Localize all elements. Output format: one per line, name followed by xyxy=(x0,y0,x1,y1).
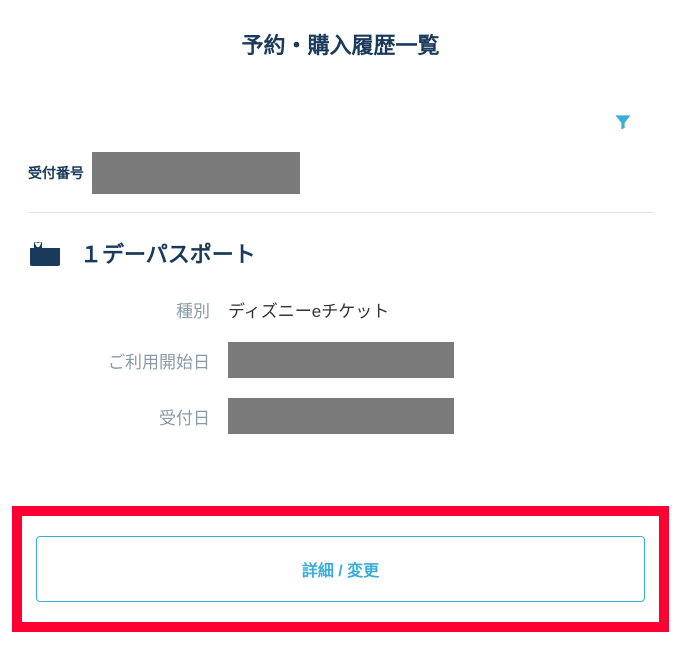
ticket-icon xyxy=(28,240,62,266)
receipt-date-value xyxy=(228,398,454,434)
receipt-number-label: 受付番号 xyxy=(28,163,84,183)
receipt-date-row: 受付日 xyxy=(28,388,653,444)
ticket-header: １デーパスポート xyxy=(28,213,653,287)
ticket-type-row: 種別 ディズニーeチケット xyxy=(28,287,653,332)
start-date-row: ご利用開始日 xyxy=(28,332,653,388)
page-title: 予約・購入履歴一覧 xyxy=(0,0,681,84)
highlight-box: 詳細 / 変更 xyxy=(12,506,669,632)
receipt-number-row: 受付番号 xyxy=(28,140,653,213)
start-date-label: ご利用開始日 xyxy=(28,348,228,373)
start-date-value xyxy=(228,342,454,378)
ticket-type-label: 種別 xyxy=(28,297,228,322)
receipt-date-label: 受付日 xyxy=(28,404,228,429)
ticket-type-value: ディズニーeチケット xyxy=(228,297,389,322)
filter-icon[interactable] xyxy=(613,112,633,132)
detail-change-button[interactable]: 詳細 / 変更 xyxy=(36,536,645,602)
ticket-title: １デーパスポート xyxy=(80,237,256,269)
receipt-number-value xyxy=(92,152,300,194)
